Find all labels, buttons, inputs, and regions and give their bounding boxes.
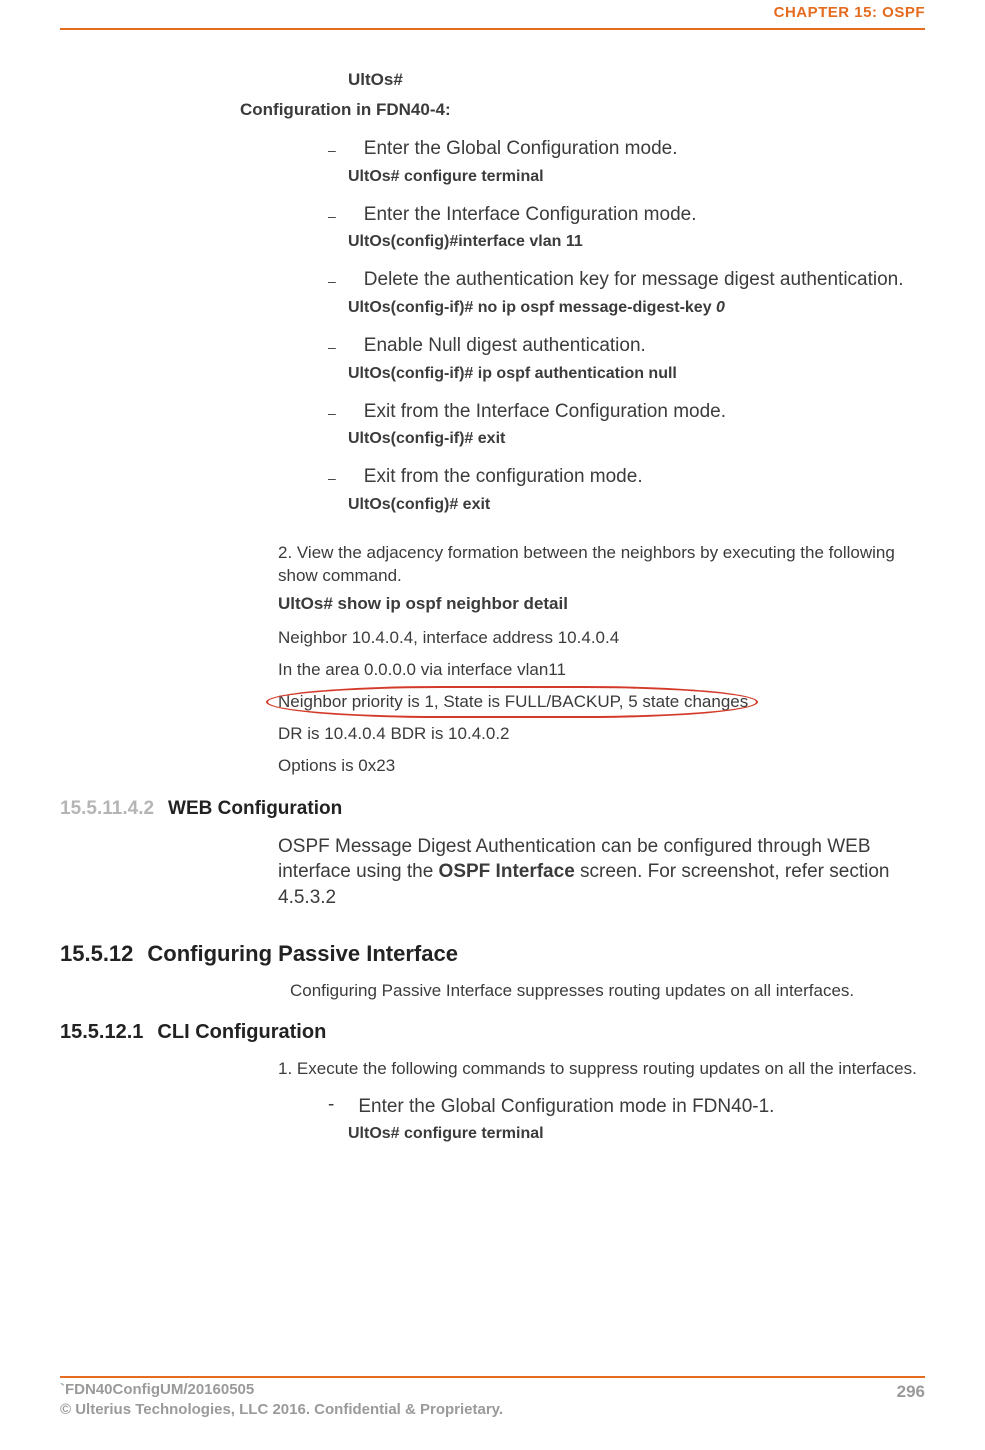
footer-rule [60, 1376, 925, 1378]
step-row: – Delete the authentication key for mess… [328, 267, 925, 293]
view-cmd: UltOs# show ip ospf neighbor detail [278, 594, 925, 614]
passive-desc: Configuring Passive Interface suppresses… [290, 981, 925, 1001]
config-label: Configuration in FDN40-4: [240, 100, 925, 120]
step-text: Delete the authentication key for messag… [364, 267, 904, 293]
para-initial: O [278, 836, 293, 857]
footer-left: `FDN40ConfigUM/20160505 © Ulterius Techn… [60, 1380, 503, 1421]
cmd-arg: 0 [716, 299, 725, 316]
bullet-dash-icon: – [328, 142, 336, 158]
cmd-text: UltOs(config-if)# no ip ospf message-dig… [348, 299, 716, 316]
bullet-dash-icon: - [328, 1094, 334, 1116]
step-cmd: UltOs(config)#interface vlan 11 [348, 233, 925, 251]
section-title: WEB Configuration [168, 798, 342, 820]
step-cmd: UltOs# configure terminal [348, 168, 925, 186]
step-text: Enter the Interface Configuration mode. [364, 202, 697, 228]
step-cmd: UltOs(config-if)# no ip ospf message-dig… [348, 299, 925, 317]
section-heading-passive: 15.5.12 Configuring Passive Interface [60, 941, 925, 967]
section-title: Configuring Passive Interface [147, 941, 458, 967]
output-line: Options is 0x23 [278, 756, 925, 776]
step-text: Exit from the configuration mode. [364, 464, 643, 490]
output-line: Neighbor 10.4.0.4, interface address 10.… [278, 628, 925, 648]
bullet-dash-icon: – [328, 208, 336, 224]
footer-doc-id: `FDN40ConfigUM/20160505 [60, 1380, 503, 1400]
section-number: 15.5.11.4.2 [60, 798, 154, 820]
section-heading-cli: 15.5.12.1 CLI Configuration [60, 1021, 925, 1044]
prompt-line: UltOs# [348, 70, 925, 90]
section-number: 15.5.12.1 [60, 1021, 143, 1044]
footer-page-number: 296 [897, 1382, 925, 1402]
web-para: OSPF Message Digest Authentication can b… [278, 834, 918, 911]
para-bold: OSPF Interface [439, 861, 575, 882]
cli-intro: 1. Execute the following commands to sup… [278, 1058, 918, 1080]
footer-copyright: © Ulterius Technologies, LLC 2016. Confi… [60, 1400, 503, 1420]
step-row: – Enable Null digest authentication. [328, 333, 925, 359]
cli-step-row: - Enter the Global Configuration mode in… [328, 1094, 925, 1120]
step-cmd: UltOs(config-if)# exit [348, 430, 925, 448]
section-title: CLI Configuration [157, 1021, 326, 1044]
bullet-dash-icon: – [328, 405, 336, 421]
step-row: – Enter the Global Configuration mode. [328, 136, 925, 162]
highlight-wrap: Neighbor priority is 1, State is FULL/BA… [278, 692, 748, 712]
bullet-dash-icon: – [328, 470, 336, 486]
step-cmd: UltOs(config)# exit [348, 496, 925, 514]
header-rule [60, 28, 925, 30]
bullet-dash-icon: – [328, 339, 336, 355]
cli-step-cmd: UltOs# configure terminal [348, 1125, 925, 1143]
step-row: – Exit from the Interface Configuration … [328, 399, 925, 425]
step-row: – Exit from the configuration mode. [328, 464, 925, 490]
chapter-header: CHAPTER 15: OSPF [774, 4, 925, 21]
section-number: 15.5.12 [60, 941, 133, 967]
step-text: Enter the Global Configuration mode. [364, 136, 678, 162]
step-row: – Enter the Interface Configuration mode… [328, 202, 925, 228]
step-text: Enable Null digest authentication. [364, 333, 646, 359]
output-line: In the area 0.0.0.0 via interface vlan11 [278, 660, 925, 680]
step-text: Exit from the Interface Configuration mo… [364, 399, 726, 425]
view-intro: 2. View the adjacency formation between … [278, 542, 918, 588]
page-content: UltOs# Configuration in FDN40-4: – Enter… [60, 70, 925, 1159]
section-heading-web: 15.5.11.4.2 WEB Configuration [60, 798, 925, 820]
output-line: DR is 10.4.0.4 BDR is 10.4.0.2 [278, 724, 925, 744]
step-cmd: UltOs(config-if)# ip ospf authentication… [348, 365, 925, 383]
output-text: Neighbor priority is 1, State is FULL/BA… [278, 692, 748, 711]
cli-step-text: Enter the Global Configuration mode in F… [358, 1094, 774, 1120]
output-line-highlighted: Neighbor priority is 1, State is FULL/BA… [278, 692, 925, 712]
bullet-dash-icon: – [328, 273, 336, 289]
